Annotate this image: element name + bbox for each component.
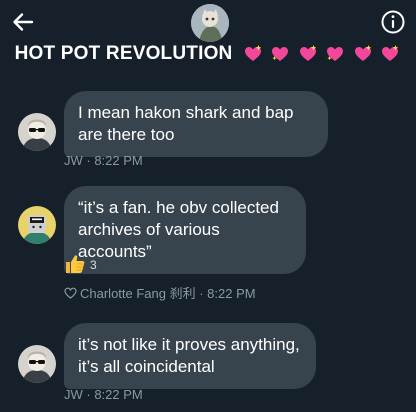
group-avatar[interactable] — [191, 4, 229, 42]
message-bubble[interactable]: it’s not like it proves anything, it’s a… — [64, 323, 316, 389]
title-hearts — [242, 43, 401, 65]
message-meta-text: Charlotte Fang 刹利 · 8:22 PM — [80, 286, 256, 301]
conversation-title-text: HOT POT REVOLUTION — [14, 43, 233, 64]
heart-outline-icon — [64, 287, 77, 299]
conversation-title[interactable]: HOT POT REVOLUTION — [0, 43, 416, 65]
info-icon[interactable] — [380, 9, 406, 35]
message-bubble[interactable]: “it’s a fan. he obv collected archives o… — [64, 186, 306, 274]
back-arrow-icon[interactable] — [10, 9, 36, 35]
sparkling-heart-icon — [382, 44, 399, 61]
message-text: it’s not like it proves anything, it’s a… — [78, 335, 300, 376]
message-text: I mean hakon shark and bap are there too — [78, 103, 294, 144]
sparkling-heart-icon — [244, 44, 262, 61]
sender-avatar-jw[interactable] — [18, 113, 56, 151]
sparkling-heart-icon — [327, 46, 344, 61]
message-text: “it’s a fan. he obv collected archives o… — [78, 198, 279, 261]
message-bubble[interactable]: I mean hakon shark and bap are there too — [64, 91, 328, 157]
message-meta: JW · 8:22 PM — [64, 153, 143, 168]
conversation-header: HOT POT REVOLUTION — [0, 0, 416, 78]
thumbs-up-icon — [66, 255, 85, 273]
sparkling-heart-icon — [272, 46, 289, 61]
reaction[interactable]: 3 — [64, 253, 97, 277]
message-meta: JW · 8:22 PM — [64, 387, 143, 402]
message-meta: Charlotte Fang 刹利 · 8:22 PM — [64, 283, 256, 302]
sender-avatar-charlotte[interactable] — [18, 206, 56, 244]
sparkling-heart-icon — [354, 44, 372, 61]
sender-avatar-jw[interactable] — [18, 345, 56, 383]
reaction-count: 3 — [90, 258, 97, 272]
sparkling-heart-icon — [299, 44, 317, 61]
